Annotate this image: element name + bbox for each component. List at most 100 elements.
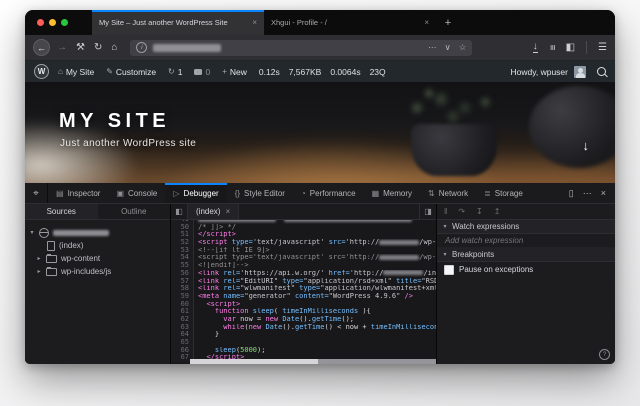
step-out-icon[interactable]: ↥ <box>494 207 501 216</box>
devtools-tab-performance[interactable]: ◔ Performance <box>293 183 364 203</box>
code-token: <link <box>198 285 220 293</box>
minimize-window-button[interactable] <box>49 19 56 26</box>
wp-howdy-label[interactable]: Howdy, wpuser <box>511 67 568 77</box>
expand-panel-icon[interactable]: ◨ <box>419 204 436 219</box>
pocket-icon[interactable]: ∨ <box>445 42 451 53</box>
devtools-tab-memory[interactable]: ▦ Memory <box>364 183 420 203</box>
tree-item-label: wp-includes/js <box>61 267 112 276</box>
code-line[interactable]: 57 <link rel="EditURI" type="application/… <box>171 277 436 286</box>
tree-item-wp-content[interactable]: ▸ wp-content <box>25 252 170 265</box>
code-line[interactable]: 64 } <box>171 331 436 339</box>
code-line[interactable]: 56 <link rel='https://api.w.org/' href='h… <box>171 269 436 278</box>
wrench-icon[interactable]: ⚒ <box>76 42 85 53</box>
code-line[interactable]: 63 while(new Date().getTime() < now + ti… <box>171 323 436 332</box>
scrollbar-thumb[interactable] <box>190 359 318 364</box>
devtools-tab-style-editor[interactable]: {} Style Editor <box>227 183 293 203</box>
browser-tab-2[interactable]: Xhgui - Profile - / × <box>264 10 436 35</box>
scroll-down-arrow-icon[interactable]: ↓ <box>583 138 590 153</box>
code-token: rel= <box>223 277 241 285</box>
back-button[interactable]: ← <box>33 39 50 56</box>
code-line[interactable]: 53 <!--[if lt IE 9]> <box>171 246 436 255</box>
tree-item--index-[interactable]: (index) <box>25 239 170 252</box>
code-line[interactable]: 60 <script> <box>171 300 436 309</box>
code-line[interactable]: 66 sleep(5000); <box>171 346 436 355</box>
add-watch-expression-input[interactable]: Add watch expression <box>437 234 615 248</box>
bookmark-star-icon[interactable]: ☆ <box>459 42 467 53</box>
collapse-sources-icon[interactable]: ◧ <box>171 204 188 219</box>
inspector-icon: ▤ <box>56 188 64 198</box>
wp-item-new[interactable]: + New <box>222 67 247 77</box>
home-button[interactable]: ⌂ <box>111 42 117 53</box>
chevron-down-icon: ▾ <box>443 252 447 258</box>
devtools-tab-inspector[interactable]: ▤ Inspector <box>48 183 108 203</box>
wp-item-label: New <box>229 66 247 77</box>
responsive-mode-icon[interactable]: ▯ <box>569 188 574 199</box>
tree-item-domain[interactable]: ▾ <box>25 226 170 239</box>
code-token: timeInMilliseconds <box>370 323 436 331</box>
pause-on-exceptions-checkbox[interactable] <box>444 264 454 275</box>
browser-tab-1[interactable]: My Site – Just another WordPress Site × <box>92 10 264 35</box>
library-icon[interactable]: ≡ <box>546 45 557 51</box>
code-line[interactable]: 50/* ]]> */ <box>171 223 436 232</box>
sources-tab-outline[interactable]: Outline <box>98 204 171 219</box>
downloads-icon[interactable]: ↓ <box>532 42 538 53</box>
code-line[interactable]: 51 </script> <box>171 231 436 240</box>
element-picker-icon[interactable]: ⌖ <box>25 183 48 203</box>
horizontal-scrollbar[interactable] <box>190 359 436 364</box>
code-line[interactable]: 65 <box>171 338 436 347</box>
menu-hamburger-icon[interactable]: ☰ <box>598 42 607 53</box>
browser-window: My Site – Just another WordPress Site × Xh… <box>25 10 615 364</box>
tree-item-wp-includes-js[interactable]: ▸ wp-includes/js <box>25 265 170 278</box>
code-line[interactable]: 55 <![endif]--> <box>171 261 436 270</box>
console-icon: ▣ <box>116 188 125 198</box>
help-icon[interactable]: ? <box>599 349 610 360</box>
zoom-window-button[interactable] <box>61 19 68 26</box>
wp-item-comments[interactable]: 0 <box>194 67 210 77</box>
devtools-close-icon[interactable]: × <box>601 188 606 198</box>
sources-tab-sources[interactable]: Sources <box>25 204 98 219</box>
code-line[interactable]: 52 <script type='text/javascript' src='ht… <box>171 238 436 247</box>
watch-expressions-header[interactable]: ▾ Watch expressions <box>437 220 615 234</box>
editor-tab-index[interactable]: (index) × <box>188 204 240 219</box>
watch-expressions-label: Watch expressions <box>452 222 520 231</box>
page-actions-icon[interactable]: ⋯ <box>428 42 437 53</box>
devtools-tab-storage[interactable]: ≣ Storage <box>476 183 531 203</box>
devtools-menu-icon[interactable]: ⋯ <box>583 188 592 199</box>
site-title[interactable]: MY SITE <box>59 110 170 133</box>
close-window-button[interactable] <box>37 19 44 26</box>
step-in-icon[interactable]: ↧ <box>476 207 483 216</box>
code-line[interactable]: 61 function sleep( timeInMilliseconds ){ <box>171 308 436 316</box>
code-token: <link <box>198 269 220 277</box>
tab-close-icon[interactable]: × <box>424 18 429 27</box>
url-bar[interactable]: i ⋯ ∨ ☆ <box>130 39 473 56</box>
code-line[interactable]: 58 <link rel="wlwmanifest" type="applicat… <box>171 284 436 293</box>
code-line[interactable]: 59 <meta name="generator" content="WordPr… <box>171 292 436 301</box>
devtools-toolbar-right: ▯ ⋯ × <box>560 183 615 203</box>
source-code-view[interactable]: 49 50/* ]]> */51</script>52<script type=… <box>171 220 436 364</box>
site-info-icon[interactable]: i <box>136 42 148 53</box>
editor-tab-close-icon[interactable]: × <box>225 207 230 216</box>
forward-button[interactable]: → <box>57 42 67 53</box>
breakpoints-header[interactable]: ▾ Breakpoints <box>437 248 615 262</box>
wordpress-logo[interactable]: W <box>34 64 49 79</box>
devtools-tab-network[interactable]: ⇅ Network <box>420 183 476 203</box>
devtools-tab-console[interactable]: ▣ Console <box>108 183 165 203</box>
reload-button[interactable]: ↻ <box>94 42 102 53</box>
step-over-icon[interactable]: ↷ <box>458 207 465 216</box>
wp-item-customize[interactable]: ✎ Customize <box>106 67 156 77</box>
code-line[interactable]: 62 var now = new Date().getTime(); <box>171 315 436 324</box>
code-token: rel= <box>223 269 241 277</box>
wp-item-updates[interactable]: ↻ 1 <box>168 67 182 77</box>
pause-icon[interactable]: ‖ <box>444 207 447 216</box>
new-tab-button[interactable]: + <box>436 10 460 35</box>
code-line[interactable]: 54 <script type='text/javascript' src='ht… <box>171 254 436 263</box>
sidebar-icon[interactable]: ◧ <box>566 42 575 53</box>
avatar[interactable] <box>574 65 586 78</box>
devtools-tab-debugger[interactable]: ▷ Debugger <box>165 183 227 203</box>
tab-close-icon[interactable]: × <box>252 18 257 27</box>
code-token: <![endif]--> <box>198 262 249 270</box>
line-content: sleep(5000); <box>194 347 436 355</box>
search-icon[interactable] <box>597 67 606 76</box>
wp-item-my-site[interactable]: ⌂ My Site <box>58 67 94 77</box>
